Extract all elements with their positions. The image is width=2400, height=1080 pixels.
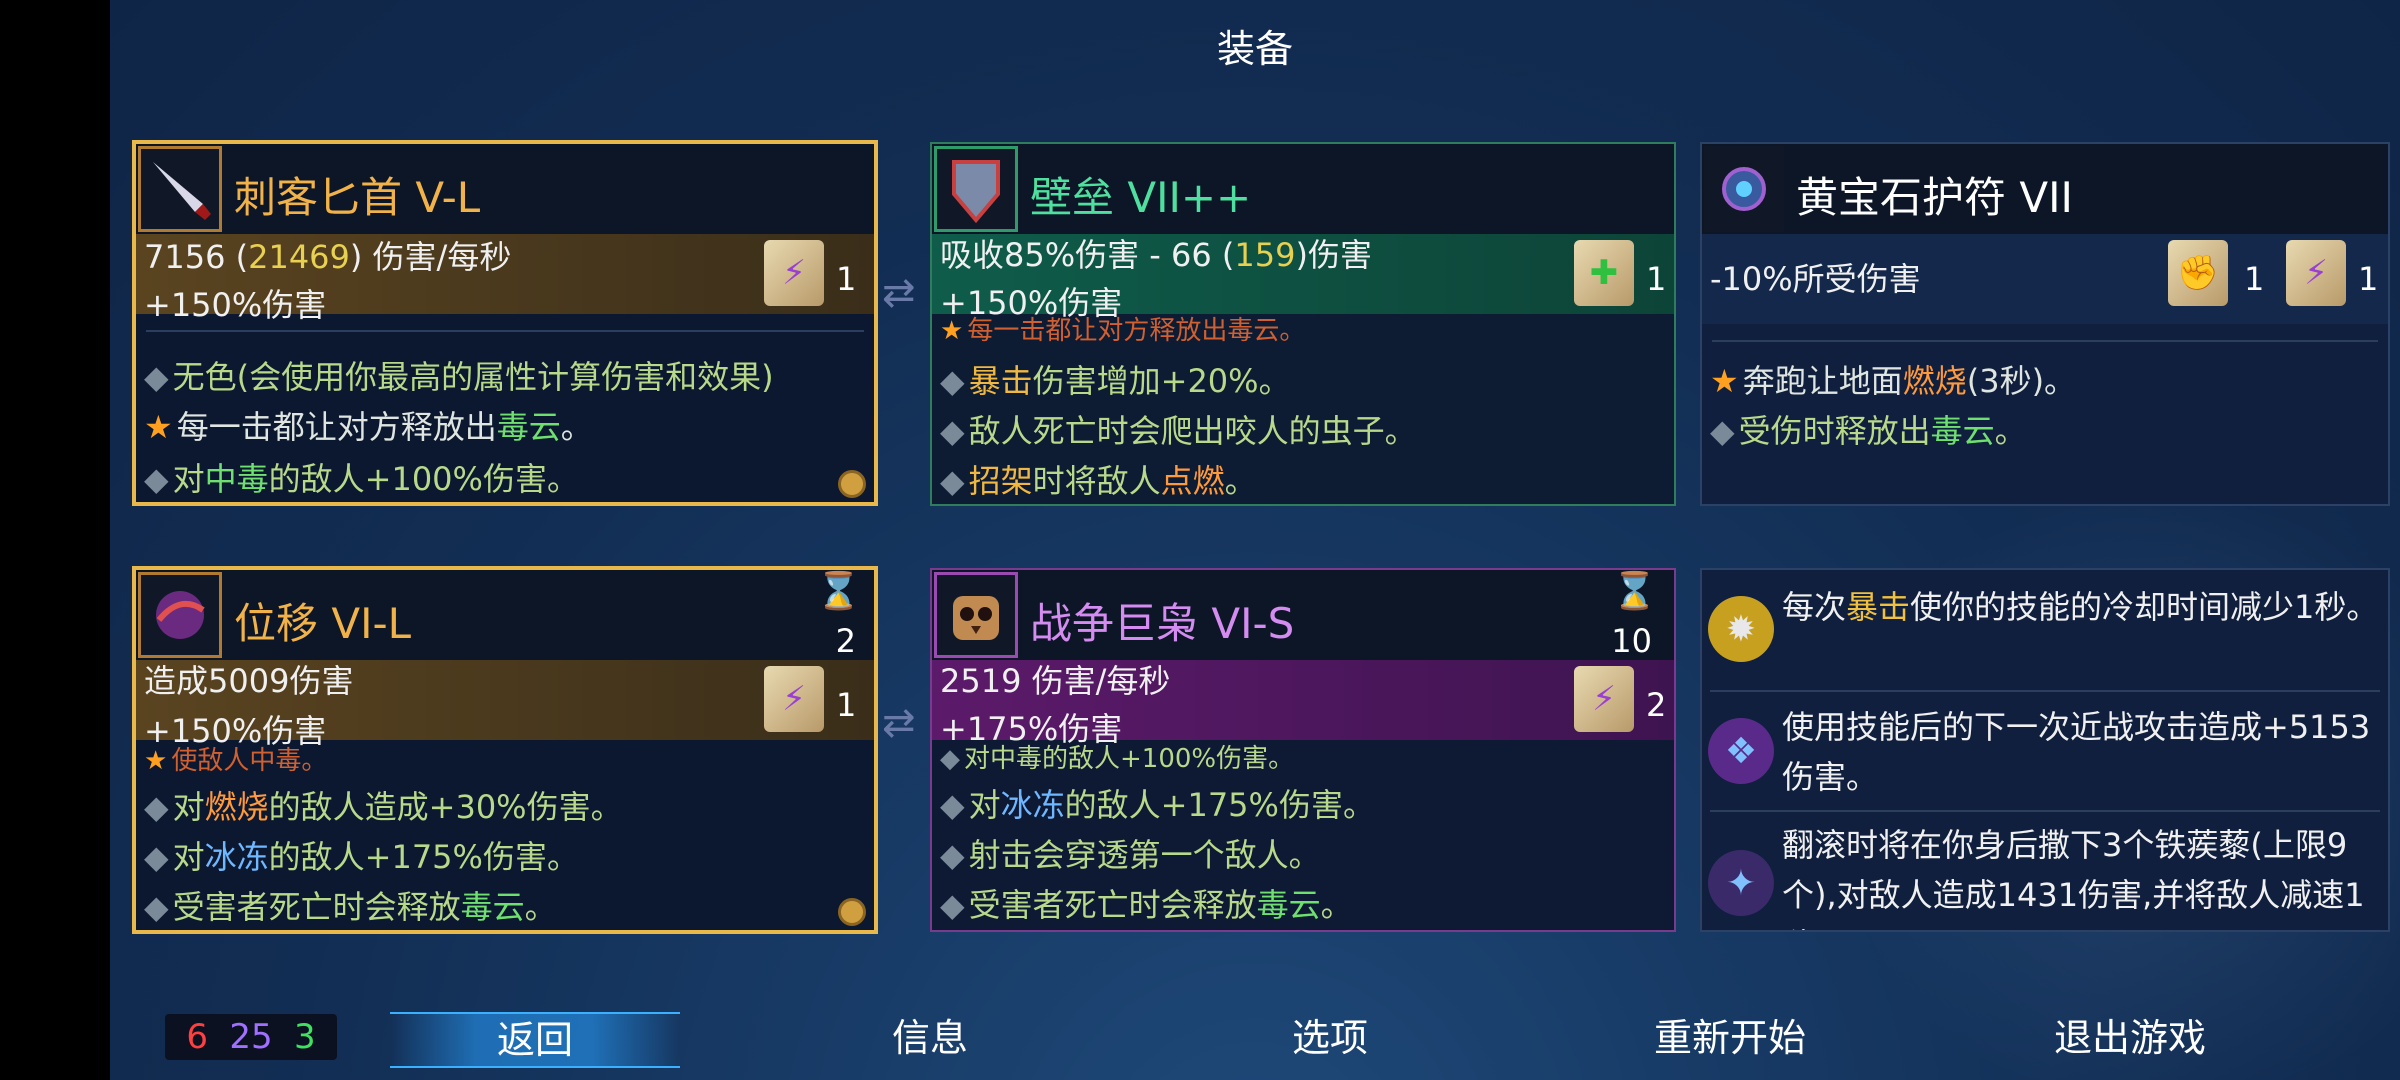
affix-line: ◆ 对冰冻的敌人+175%伤害。 [940,786,1375,824]
options-button[interactable]: 选项 [1230,1010,1430,1070]
scroll-count: 1 [2358,260,2379,298]
shield-card-rampart[interactable]: 壁垒 VII++ 吸收85%伤害 - 66 (159)伤害 +150%伤害 ✚ … [930,142,1676,506]
damage-stat: 造成5009伤害 [144,662,354,700]
scroll-stats-counter: 6 25 3 [165,1014,337,1060]
caltrops-mutation-icon: ✦ [1708,850,1774,916]
tactics-count: 25 [229,1017,273,1057]
affix-line-clipped: ★ 每一击都让对方释放出毒云。 [940,316,1306,346]
melee-mutation-icon: ❖ [1708,718,1774,784]
page-title: 装备 [1216,27,1293,71]
divider [146,330,864,332]
restart-button[interactable]: 重新开始 [1610,1010,1850,1070]
affix-line: ◆ 射击会穿透第一个敌人。 [940,836,1321,874]
back-button[interactable]: 返回 [390,1012,680,1072]
affix-line: ◆ 招架时将敌人点燃。 [940,462,1257,500]
swap-arrow-icon: ⇄ [882,700,916,746]
tactics-scroll-icon: ✊ [2168,240,2228,306]
critical-mutation-icon: ✹ [1708,596,1774,662]
cooldown-value: 10 [1611,622,1652,660]
legendary-corner-icon [838,470,866,498]
mutation-text: 使用技能后的下一次近战攻击造成+5153伤害。 [1782,708,2371,796]
card-title: 黄宝石护符 VII [1796,173,2073,222]
affix-line: ◆ 对燃烧的敌人造成+30%伤害。 [144,788,623,826]
mutation-text: 每次暴击使你的技能的冷却时间减少1秒。 [1782,588,2379,626]
damage-bonus: +150%伤害 [144,286,327,324]
card-title: 位移 VI-L [234,599,412,648]
mutation-text: 翻滚时将在你身后撒下3个铁蒺藜(上限9个),对敌人造成1431伤害,并将敌人减速… [1782,826,2365,930]
skill-card-war-owl[interactable]: 战争巨枭 VI-S ⌛ 10 2519 伤害/每秒 +175%伤害 ⚡ 2 ◆ 对… [930,568,1676,932]
scroll-count: 1 [1646,260,1667,298]
hourglass-icon: ⌛ [1612,571,1657,612]
info-button[interactable]: 信息 [830,1010,1030,1070]
survival-count: 3 [293,1017,316,1057]
block-stat: 吸收85%伤害 - 66 (159)伤害 [940,236,1372,274]
brutality-scroll-icon: ⚡ [764,240,824,306]
affix-line: ★ 每一击都让对方释放出毒云。 [144,408,593,446]
dps-stat: 7156 (21469) 伤害/每秒 [144,238,512,276]
amulet-icon [1704,146,1784,232]
mutations-panel: ✹ 每次暴击使你的技能的冷却时间减少1秒。 ❖ 使用技能后的下一次近战攻击造成+… [1700,568,2390,932]
amulet-card-topaz[interactable]: 黄宝石护符 VII -10%所受伤害 ✊ 1 ⚡ 1 ★ 奔跑让地面燃烧(3秒)。… [1700,142,2390,506]
shield-icon [934,146,1018,232]
affix-line: ★ 奔跑让地面燃烧(3秒)。 [1710,362,2077,400]
dagger-icon [138,146,222,232]
scroll-count: 1 [2244,260,2265,298]
scroll-count: 1 [836,260,857,298]
brutality-scroll-icon: ⚡ [764,666,824,732]
brutality-count: 6 [186,1017,208,1057]
divider [1710,810,2380,812]
brutality-scroll-icon: ⚡ [2286,240,2346,306]
legendary-corner-icon [838,898,866,926]
skill-card-phaser[interactable]: 位移 VI-L ⌛ 2 造成5009伤害 +150%伤害 ⚡ 1 ★ 使敌人中毒。… [132,566,878,934]
affix-line: ◆ 无色(会使用你最高的属性计算伤害和效果) [144,358,774,396]
scroll-count: 2 [1646,686,1667,724]
affix-line-clipped: ★ 使敌人中毒。 [144,746,328,776]
swap-arrow-icon: ⇄ [882,270,916,316]
cooldown-value: 2 [835,622,856,660]
quit-button[interactable]: 退出游戏 [2010,1010,2250,1070]
brutality-scroll-icon: ⚡ [1574,666,1634,732]
damage-reduction-stat: -10%所受伤害 [1710,260,1921,298]
affix-line-clipped: ◆ 对中毒的敌人+100%伤害。 [940,744,1295,774]
card-title: 壁垒 VII++ [1030,173,1252,222]
survival-scroll-icon: ✚ [1574,240,1634,306]
affix-line: ◆ 对中毒的敌人+100%伤害。 [144,460,579,498]
affix-line: ◆ 敌人死亡时会爬出咬人的虫子。 [940,412,1417,450]
affix-line: ◆ 受伤时释放出毒云。 [1710,412,2027,450]
scroll-count: 1 [836,686,857,724]
affix-line: ◆ 对冰冻的敌人+175%伤害。 [144,838,579,876]
divider [1710,690,2380,692]
affix-line: ◆ 受害者死亡时会释放毒云。 [144,888,557,926]
weapon-card-assassin-dagger[interactable]: 刺客匕首 V-L 7156 (21469) 伤害/每秒 +150%伤害 ⚡ 1 … [132,140,878,506]
card-title: 刺客匕首 V-L [234,173,481,222]
dps-stat: 2519 伤害/每秒 [940,662,1171,700]
owl-icon [934,572,1018,658]
affix-line: ◆ 受害者死亡时会释放毒云。 [940,886,1353,924]
card-title: 战争巨枭 VI-S [1030,599,1295,648]
divider [1712,340,2378,342]
equipment-screen: 装备 刺客匕首 V-L 7156 (21469) 伤害/每秒 +150%伤害 ⚡… [110,0,2400,1080]
phaser-icon [138,572,222,658]
hourglass-icon: ⌛ [816,571,861,612]
affix-line: ◆ 暴击伤害增加+20%。 [940,362,1291,400]
